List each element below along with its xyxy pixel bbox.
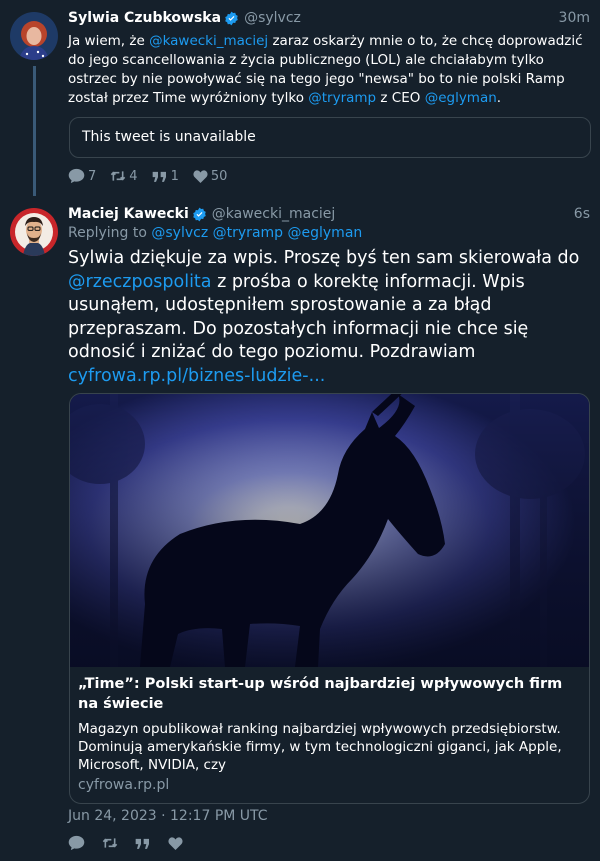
quote-count: 1 <box>170 168 179 184</box>
reply-button[interactable]: 7 <box>68 168 96 184</box>
like-button[interactable] <box>168 836 186 850</box>
mention-link[interactable]: @kawecki_maciej <box>149 33 268 49</box>
quote-button[interactable]: 1 <box>152 169 179 184</box>
handle[interactable]: @kawecki_maciej <box>212 206 336 222</box>
like-button[interactable]: 50 <box>193 168 228 184</box>
heart-icon <box>168 836 183 850</box>
comment-icon <box>68 835 85 851</box>
quote-icon <box>152 171 166 182</box>
tweet-header: Maciej Kawecki @kawecki_maciej 6s <box>68 206 590 222</box>
handle[interactable]: @sylvcz <box>244 10 301 26</box>
tweet-timestamp[interactable]: Jun 24, 2023 · 12:17 PM UTC <box>68 808 268 824</box>
text-segment: Ja wiem, że <box>68 33 150 49</box>
quote-button[interactable] <box>135 837 154 850</box>
avatar[interactable] <box>10 12 58 60</box>
display-name[interactable]: Maciej Kawecki <box>68 206 189 222</box>
verified-badge-icon <box>224 11 239 26</box>
quoted-tweet-unavailable[interactable]: This tweet is unavailable <box>69 117 591 158</box>
tweet-text: Ja wiem, że @kawecki_maciej zaraz oskarż… <box>68 32 588 108</box>
mention-link[interactable]: @rzeczpospolita <box>68 272 212 292</box>
link-card[interactable]: „Time”: Polski start-up wśród najbardzie… <box>69 393 590 804</box>
unavailable-label: This tweet is unavailable <box>82 129 256 145</box>
comment-icon <box>68 168 85 184</box>
like-count: 50 <box>210 168 228 184</box>
replying-mention-1[interactable]: @sylvcz <box>151 225 208 241</box>
verified-badge-icon <box>192 207 207 222</box>
replying-label: Replying to <box>68 225 152 241</box>
tweet-text: Sylwia dziękuje za wpis. Proszę byś ten … <box>68 247 590 388</box>
card-image-unicorn <box>70 394 589 667</box>
card-description: Magazyn opublikował ranking najbardziej … <box>78 721 562 773</box>
tweet-actions: 7 4 1 50 <box>68 168 241 184</box>
reply-count: 7 <box>88 168 97 184</box>
retweet-icon <box>111 171 126 181</box>
text-segment: . <box>496 90 502 106</box>
retweet-icon <box>102 838 118 848</box>
tweet-time[interactable]: 30m <box>559 10 590 26</box>
tweet-time[interactable]: 6s <box>574 206 590 222</box>
card-domain: cyfrowa.rp.pl <box>78 777 170 793</box>
text-segment: Sylwia dziękuje za wpis. Proszę byś ten … <box>68 248 580 268</box>
retweet-button[interactable]: 4 <box>110 168 138 184</box>
quote-icon <box>135 838 149 849</box>
tweet-header: Sylwia Czubkowska @sylvcz 30m <box>68 10 590 26</box>
retweet-button[interactable] <box>102 836 121 850</box>
mention-link[interactable]: @tryramp <box>308 90 376 106</box>
reply-button[interactable] <box>68 835 88 851</box>
card-title: „Time”: Polski start-up wśród najbardzie… <box>78 676 563 712</box>
mention-link[interactable]: cyfrowa.rp.pl/biznes-ludzie-... <box>68 366 325 386</box>
replying-mention-2[interactable]: @tryramp <box>213 225 283 241</box>
avatar[interactable] <box>10 208 58 256</box>
mention-link[interactable]: @eglyman <box>425 90 497 106</box>
retweet-count: 4 <box>129 168 138 184</box>
tweet-actions <box>68 835 200 851</box>
replying-to: Replying to @sylvcz @tryramp @eglyman <box>68 225 362 241</box>
text-segment: z CEO <box>376 90 425 106</box>
thread-line <box>33 66 36 196</box>
replying-mention-3[interactable]: @eglyman <box>288 225 363 241</box>
heart-icon <box>193 169 208 183</box>
display-name[interactable]: Sylwia Czubkowska <box>68 10 221 26</box>
